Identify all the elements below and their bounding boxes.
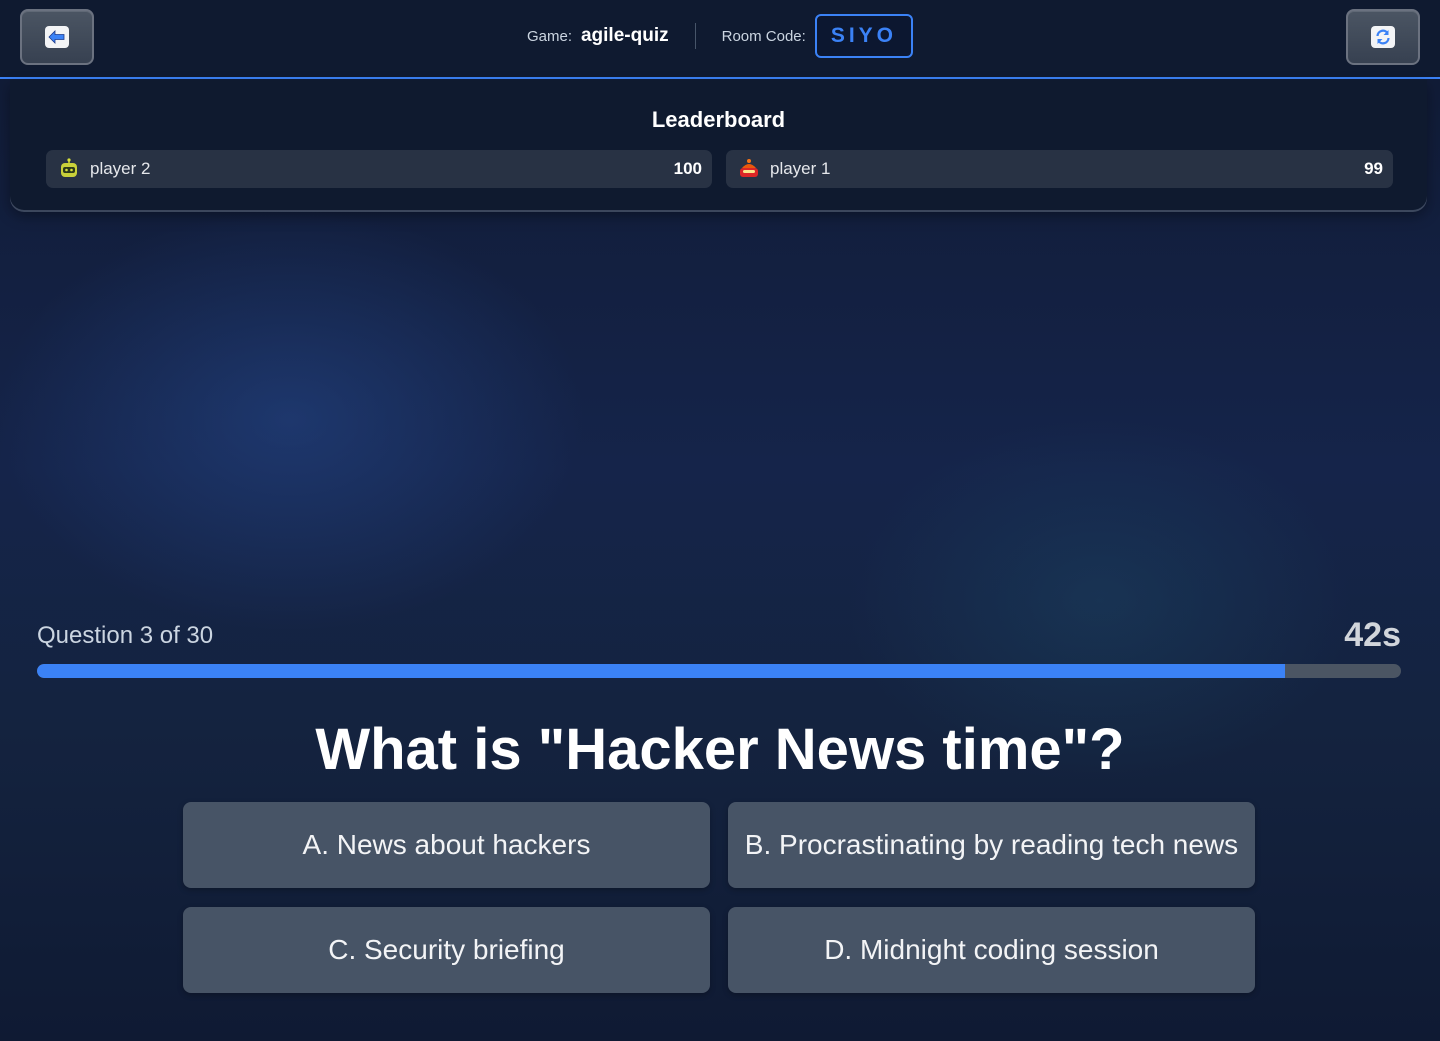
player-score: 99 <box>1364 159 1383 178</box>
question-text: What is "Hacker News time"? <box>315 717 1125 782</box>
top-bar: Game: agile-quiz Room Code: SIYO <box>0 0 1440 79</box>
refresh-button[interactable] <box>1346 9 1420 65</box>
leaderboard-panel: Leaderboard player 2 100 player 1 99 <box>10 80 1427 210</box>
refresh-icon <box>1371 26 1395 48</box>
yellow-robot-avatar-icon <box>58 158 80 180</box>
answer-option-b[interactable]: B. Procrastinating by reading tech news <box>728 802 1255 888</box>
player-score: 100 <box>673 159 702 178</box>
red-robot-avatar-icon <box>738 158 760 180</box>
answer-option-d[interactable]: D. Midnight coding session <box>728 907 1255 993</box>
time-progress-fill <box>37 664 1286 678</box>
player-name: player 1 <box>770 159 831 178</box>
game-name: agile-quiz <box>580 25 669 46</box>
leaderboard-row: player 2 100 <box>46 150 712 188</box>
leaderboard-row: player 1 99 <box>726 150 1393 188</box>
answer-option-c[interactable]: C. Security briefing <box>183 907 710 993</box>
header-divider <box>694 23 696 49</box>
countdown-timer: 42s <box>1344 616 1401 654</box>
player-name: player 2 <box>90 159 151 178</box>
game-label: Game: <box>526 27 572 45</box>
leaderboard-title: Leaderboard <box>651 107 786 132</box>
question-counter: Question 3 of 30 <box>37 622 214 649</box>
game-info: Game: agile-quiz Room Code: SIYO <box>0 14 1440 58</box>
room-code-label: Room Code: <box>721 27 806 45</box>
answer-option-a[interactable]: A. News about hackers <box>183 802 710 888</box>
time-progress-bar <box>37 664 1401 678</box>
room-code-badge[interactable]: SIYO <box>814 14 914 58</box>
